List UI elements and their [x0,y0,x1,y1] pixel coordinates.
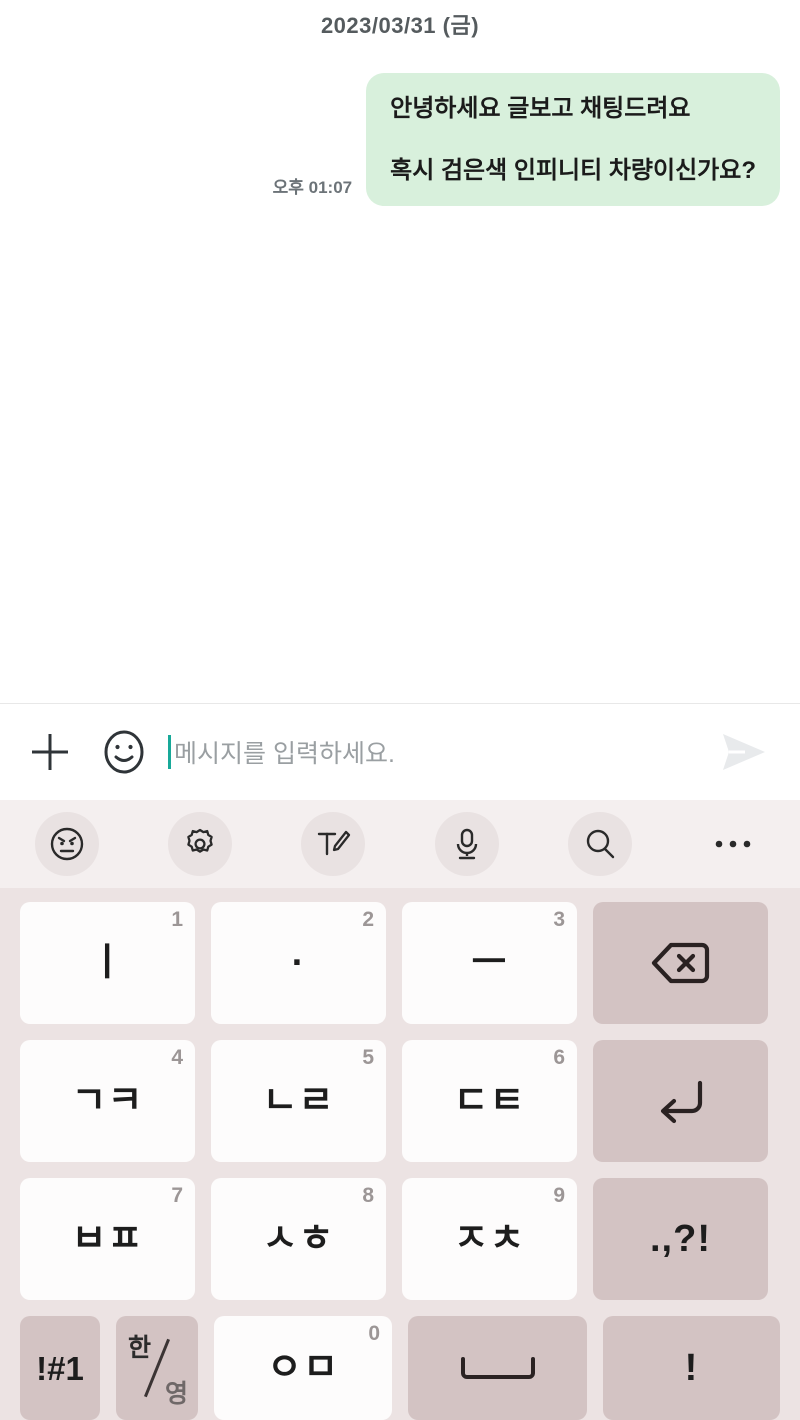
key-eu[interactable]: 3 ㅡ [402,902,577,1024]
message-input-wrapper[interactable]: 메시지를 입력하세요. [168,724,704,780]
key-number: 8 [362,1184,374,1207]
handwriting-icon [301,812,366,876]
key-enter[interactable] [593,1040,768,1162]
send-arrow-icon[interactable] [704,722,784,782]
plus-icon[interactable] [22,724,78,780]
backspace-icon [650,939,712,987]
text-cursor [168,735,171,769]
key-label: ㄷㅌ [453,1080,526,1122]
key-giyeok-kieuk[interactable]: 4 ㄱㅋ [20,1040,195,1162]
key-dot[interactable]: 2 · [211,902,386,1024]
more-dots-icon [701,812,765,876]
toolbar-item-microphone[interactable] [400,800,533,888]
keyboard-row-3: 7 ㅂㅍ 8 ㅅㅎ 9 ㅈㅊ .,?! [0,1178,800,1300]
key-number: 9 [553,1184,565,1207]
search-icon [567,812,632,876]
message-row: 오후 01:07 안녕하세요 글보고 채팅드려요 혹시 검은색 인피니티 차량이… [0,73,800,207]
key-bieup-pieup[interactable]: 7 ㅂㅍ [20,1178,195,1300]
message-line-1: 안녕하세요 글보고 채팅드려요 [390,95,691,122]
key-number: 3 [553,908,565,931]
toolbar-item-settings[interactable] [133,800,266,888]
key-label: ㅂㅍ [71,1218,144,1260]
key-label: · [291,942,306,984]
key-label: .,?! [650,1218,711,1260]
keyboard-row-4: !#1 한 영 0 ㅇㅁ ! [0,1316,800,1420]
key-number: 4 [171,1046,183,1069]
toolbar-item-emoticon[interactable] [0,800,133,888]
message-line-2: 혹시 검은색 인피니티 차량이신가요? [390,156,756,184]
chat-screen: 2023/03/31 (금) 오후 01:07 안녕하세요 글보고 채팅드려요 … [0,0,800,1420]
key-siot-hieut[interactable]: 8 ㅅㅎ [211,1178,386,1300]
keyboard-row-1: 1 ㅣ 2 · 3 ㅡ [0,902,800,1024]
keyboard-toolbar [0,800,800,888]
key-space[interactable] [408,1316,587,1420]
korean-cheonjiin-keyboard: 1 ㅣ 2 · 3 ㅡ 4 ㄱㅋ 5 ㄴㄹ 6 ㄷㅌ 7 ㅂㅍ 8 ㅅㅎ 9 ㅈ… [0,888,800,1420]
key-number: 0 [368,1322,380,1345]
message-timestamp: 오후 01:07 [272,178,353,198]
key-label: ㅅㅎ [262,1218,335,1260]
key-number: 6 [553,1046,565,1069]
emoticon-icon [34,812,99,876]
key-number: 5 [362,1046,374,1069]
message-bubble-outgoing[interactable]: 안녕하세요 글보고 채팅드려요 혹시 검은색 인피니티 차량이신가요? [366,73,780,207]
key-language-toggle[interactable]: 한 영 [116,1316,198,1420]
toolbar-item-handwriting[interactable] [267,800,400,888]
microphone-icon [434,812,499,876]
key-number: 1 [171,908,183,931]
enter-icon [652,1075,710,1127]
key-label: ㅣ [89,942,126,984]
key-label: ㅡ [471,942,508,984]
gear-icon [167,812,232,876]
key-ieung-mieum[interactable]: 0 ㅇㅁ [214,1316,392,1420]
chat-message-area: 2023/03/31 (금) 오후 01:07 안녕하세요 글보고 채팅드려요 … [0,0,800,703]
keyboard-row-2: 4 ㄱㅋ 5 ㄴㄹ 6 ㄷㅌ [0,1040,800,1162]
key-exclamation[interactable]: ! [603,1316,780,1420]
key-nieun-rieul[interactable]: 5 ㄴㄹ [211,1040,386,1162]
message-input-placeholder: 메시지를 입력하세요. [174,740,395,768]
key-label-han: 한 [128,1334,152,1362]
space-icon [457,1353,539,1383]
key-label: ㄴㄹ [262,1080,335,1122]
toolbar-item-search[interactable] [533,800,666,888]
key-label: ㅈㅊ [453,1218,526,1260]
key-label: !#1 [36,1349,84,1387]
key-symbols[interactable]: !#1 [20,1316,100,1420]
key-backspace[interactable] [593,902,768,1024]
emoji-smiley-icon[interactable] [98,726,150,778]
key-i[interactable]: 1 ㅣ [20,902,195,1024]
message-input-bar: 메시지를 입력하세요. [0,704,800,800]
key-punctuation[interactable]: .,?! [593,1178,768,1300]
key-label: ㄱㅋ [71,1080,144,1122]
key-label-yeong: 영 [164,1380,188,1408]
key-label: ㅇㅁ [267,1347,339,1389]
key-label: ! [684,1347,699,1389]
key-number: 2 [362,908,374,931]
key-digeut-tieut[interactable]: 6 ㄷㅌ [402,1040,577,1162]
key-jieut-chieut[interactable]: 9 ㅈㅊ [402,1178,577,1300]
date-header: 2023/03/31 (금) [320,13,480,38]
toolbar-item-more[interactable] [667,800,800,888]
key-number: 7 [171,1184,183,1207]
